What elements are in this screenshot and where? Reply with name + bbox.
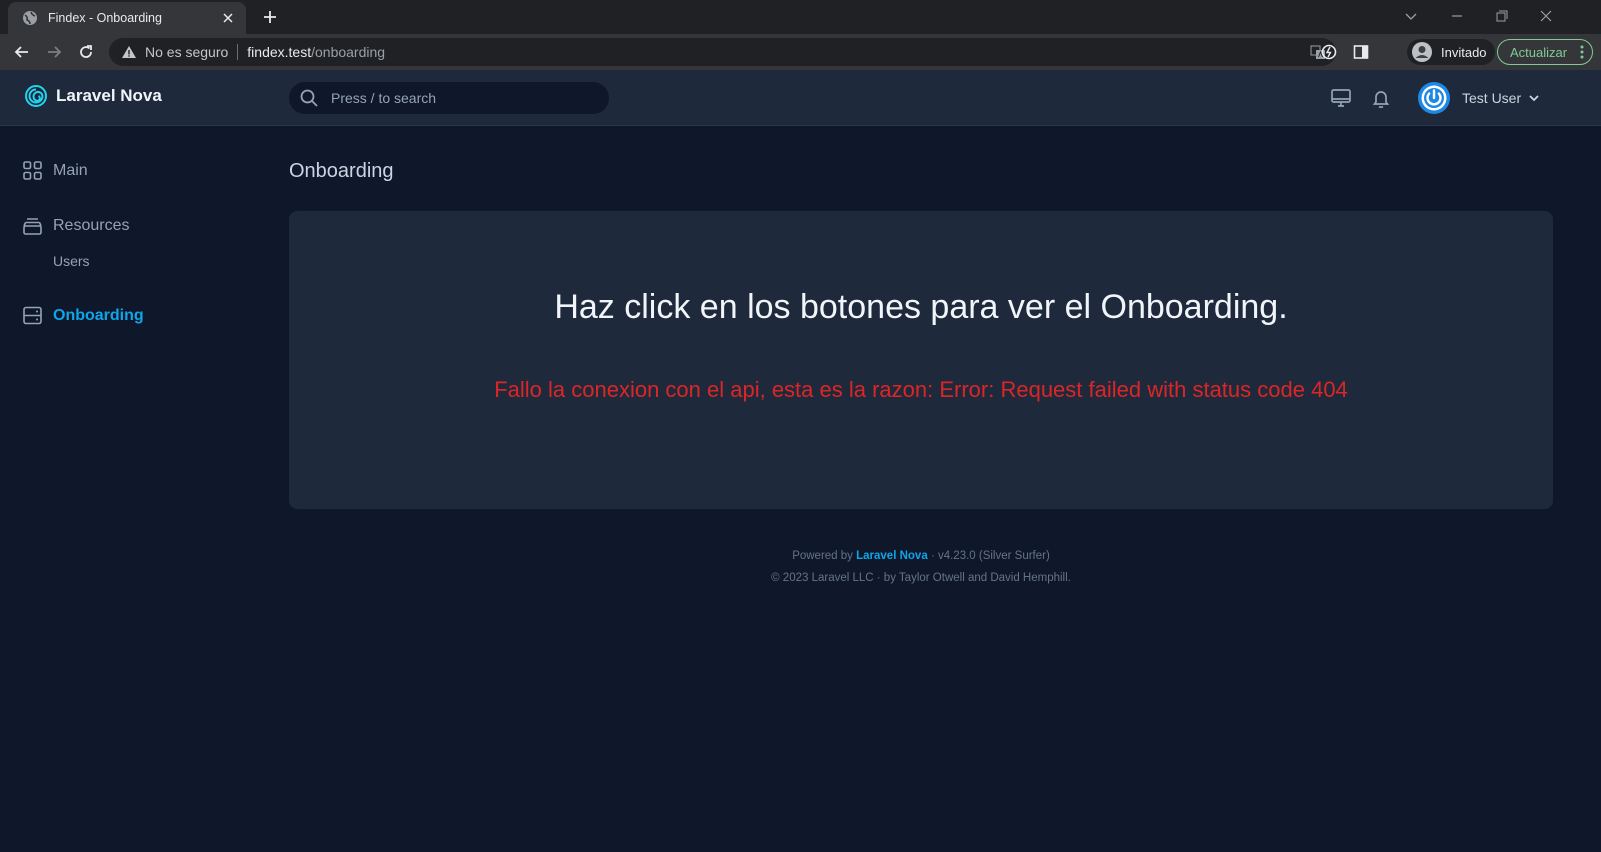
url-path: /onboarding (311, 44, 386, 60)
grid-icon (22, 160, 43, 181)
onboarding-heading: Haz click en los botones para ver el Onb… (554, 288, 1288, 326)
app-header: Laravel Nova Test User (0, 70, 1601, 126)
menu-dots-icon[interactable] (1580, 45, 1584, 59)
bell-icon[interactable] (1370, 87, 1392, 109)
footer-copyright: © 2023 Laravel LLC · by Taylor Otwell an… (771, 572, 1071, 584)
sidebar-item-onboarding[interactable]: Onboarding (22, 305, 144, 326)
guest-avatar-icon (1411, 41, 1433, 63)
sidebar-item-users[interactable]: Users (53, 253, 90, 269)
browser-tab[interactable]: Findex - Onboarding (8, 2, 246, 34)
close-icon[interactable] (220, 10, 236, 26)
side-panel-icon[interactable] (1352, 43, 1370, 61)
browser-toolbar: No es seguro findex.test/onboarding Invi… (0, 34, 1601, 70)
globe-icon (22, 10, 38, 26)
archive-icon (22, 215, 43, 236)
sidebar-item-label: Resources (53, 216, 130, 234)
footer-version: · v4.23.0 (Silver Surfer) (930, 550, 1050, 562)
address-bar[interactable]: No es seguro findex.test/onboarding (109, 38, 1336, 66)
user-menu[interactable]: Test User (1418, 82, 1541, 114)
reload-icon[interactable] (77, 43, 95, 61)
chevron-down-icon (1527, 91, 1541, 105)
not-secure-label: No es seguro (145, 44, 229, 60)
minimize-icon[interactable] (1447, 6, 1467, 26)
sidebar-item-resources[interactable]: Resources (22, 215, 129, 236)
plus-icon[interactable] (261, 8, 279, 26)
footer-powered-line: Powered by Laravel Nova · v4.23.0 (Silve… (289, 545, 1553, 567)
page-title: Onboarding (289, 160, 394, 182)
warning-icon (121, 44, 137, 60)
extension-icon[interactable] (1320, 43, 1338, 61)
update-label: Actualizar (1510, 44, 1568, 60)
update-button[interactable]: Actualizar (1497, 39, 1593, 65)
forward-arrow-icon[interactable] (45, 43, 63, 61)
close-window-icon[interactable] (1536, 6, 1556, 26)
server-icon (22, 305, 43, 326)
search-input[interactable] (331, 90, 591, 106)
brand-link[interactable]: Laravel Nova (24, 84, 162, 108)
profile-name: Invitado (1441, 44, 1487, 60)
browser-tab-bar: Findex - Onboarding (0, 0, 1601, 34)
onboarding-card: Haz click en los botones para ver el Onb… (289, 211, 1553, 509)
address-separator (237, 44, 239, 60)
monitor-icon[interactable] (1330, 87, 1352, 109)
sidebar-item-label: Main (53, 161, 88, 179)
back-arrow-icon[interactable] (13, 43, 31, 61)
profile-button[interactable]: Invitado (1407, 39, 1495, 65)
sidebar-item-label: Onboarding (53, 306, 144, 324)
search-icon (299, 88, 319, 108)
footer-nova-link[interactable]: Laravel Nova (856, 550, 928, 562)
footer: Powered by Laravel Nova · v4.23.0 (Silve… (289, 545, 1553, 589)
global-search[interactable] (289, 82, 609, 114)
chevron-down-icon[interactable] (1401, 6, 1421, 26)
restore-icon[interactable] (1491, 6, 1511, 26)
nova-logo-icon (24, 84, 48, 108)
error-message: Fallo la conexion con el api, esta es la… (494, 377, 1348, 402)
url-host: findex.test (247, 44, 312, 60)
sidebar-item-main[interactable]: Main (22, 160, 88, 181)
tab-title: Findex - Onboarding (48, 11, 162, 25)
brand-name: Laravel Nova (56, 86, 162, 105)
user-name: Test User (1462, 90, 1522, 106)
user-avatar (1418, 82, 1450, 114)
footer-powered-by: Powered by (792, 550, 853, 562)
sidebar: Main Resources Users Onboarding (0, 127, 270, 852)
